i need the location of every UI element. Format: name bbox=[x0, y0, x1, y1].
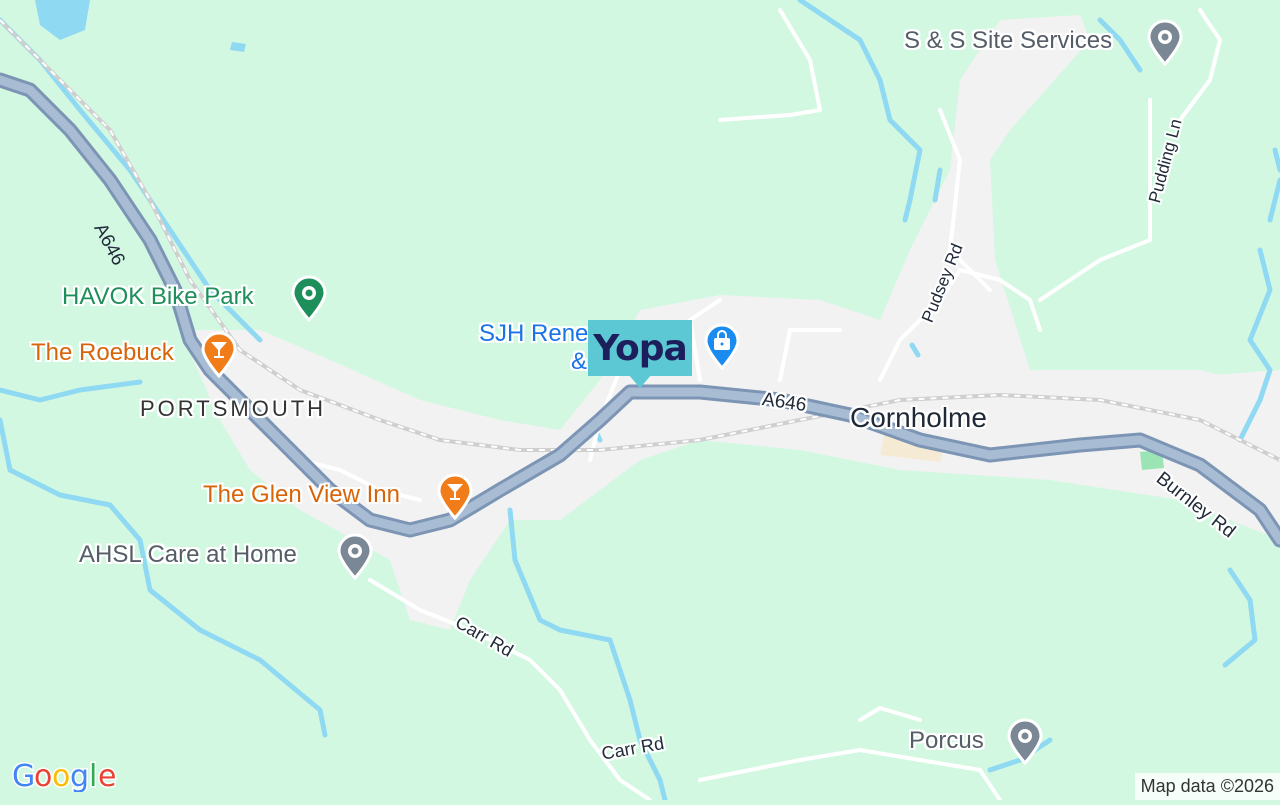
poi-label-havok-bike-park[interactable]: HAVOK Bike Park bbox=[62, 283, 254, 311]
park-pin-icon[interactable] bbox=[289, 274, 329, 322]
svg-text:l: l bbox=[89, 759, 96, 792]
map-canvas[interactable]: A646 A646 Burnley Rd Pudsey Rd Pudding L… bbox=[0, 0, 1280, 803]
poi-label-the-glen-view-inn[interactable]: The Glen View Inn bbox=[203, 481, 400, 509]
svg-text:e: e bbox=[98, 759, 115, 792]
generic-pin-icon[interactable] bbox=[1145, 18, 1185, 66]
place-label-cornholme[interactable]: Cornholme bbox=[850, 402, 987, 434]
yopa-marker-label: Yopa bbox=[588, 320, 692, 376]
shopping-bag-pin-icon[interactable] bbox=[702, 322, 742, 370]
poi-label-ahsl-care-at-home[interactable]: AHSL Care at Home bbox=[79, 541, 297, 569]
yopa-marker[interactable]: Yopa bbox=[588, 320, 692, 388]
cocktail-pin-icon[interactable] bbox=[199, 330, 239, 378]
poi-label-porcus[interactable]: Porcus bbox=[909, 727, 984, 755]
svg-text:o: o bbox=[34, 759, 51, 792]
svg-text:g: g bbox=[70, 759, 88, 792]
yopa-marker-pointer bbox=[628, 374, 652, 388]
cocktail-pin-icon[interactable] bbox=[435, 472, 475, 520]
svg-text:o: o bbox=[52, 759, 69, 792]
poi-label-the-roebuck[interactable]: The Roebuck bbox=[31, 339, 174, 367]
generic-pin-icon[interactable] bbox=[1005, 717, 1045, 765]
map-attribution: Map data ©2026 bbox=[1134, 773, 1280, 800]
poi-label-sjh[interactable]: SJH Rene bbox=[479, 320, 588, 348]
poi-label-s-and-s-site-services[interactable]: S & S Site Services bbox=[904, 27, 1112, 55]
svg-text:G: G bbox=[12, 759, 34, 792]
poi-label-sjh-line2[interactable]: & bbox=[571, 348, 587, 376]
place-label-portsmouth[interactable]: PORTSMOUTH bbox=[140, 396, 326, 422]
generic-pin-icon[interactable] bbox=[335, 532, 375, 580]
google-logo[interactable]: G o o g l e bbox=[11, 758, 124, 800]
